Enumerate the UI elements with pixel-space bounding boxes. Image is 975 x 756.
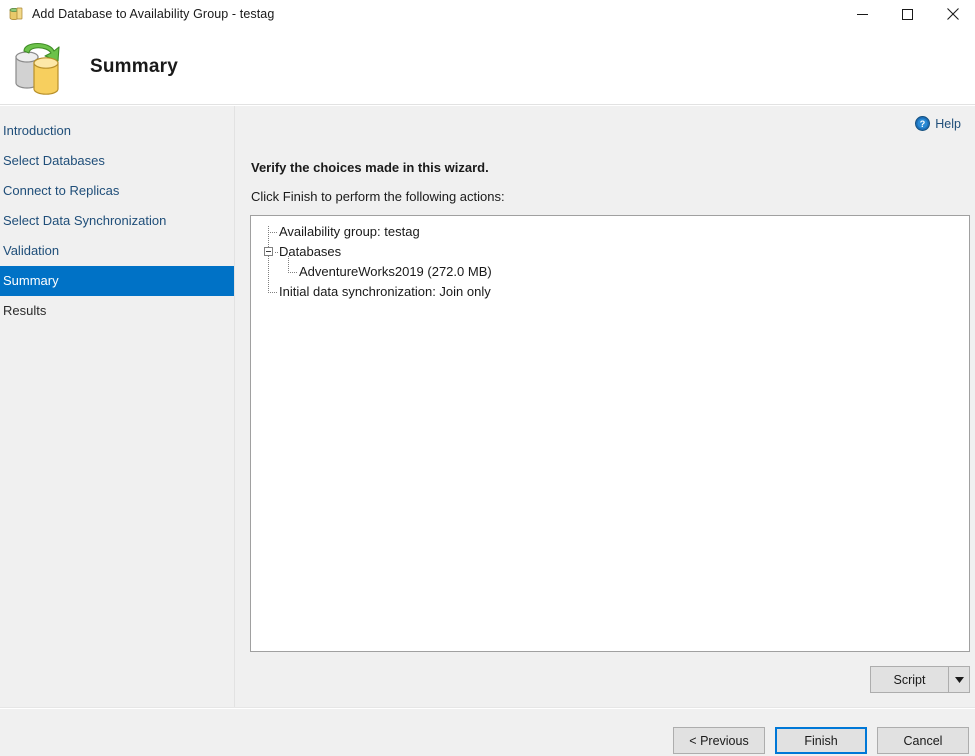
tree-connector-line — [288, 272, 297, 273]
tree-row[interactable]: Initial data synchronization: Join only — [251, 282, 969, 302]
script-split-button[interactable]: Script — [870, 666, 970, 693]
content-panel: ? Help Verify the choices made in this w… — [235, 106, 975, 707]
help-circle-icon: ? — [915, 116, 930, 131]
wizard-steps-sidebar: Introduction Select Databases Connect to… — [0, 106, 234, 756]
tree-row[interactable]: AdventureWorks2019 (272.0 MB) — [251, 262, 969, 282]
tree-connector-line — [275, 252, 278, 253]
page-title: Summary — [90, 56, 178, 78]
tree-item-label: Initial data synchronization: Join only — [279, 282, 491, 302]
tree-row[interactable]: Availability group: testag — [251, 222, 969, 242]
tree-collapse-toggle[interactable] — [264, 247, 273, 256]
tree-connector-line — [268, 292, 277, 293]
database-sync-icon — [6, 35, 70, 99]
sidebar-item-select-databases[interactable]: Select Databases — [0, 146, 234, 176]
tree-child-trunk-line — [288, 256, 289, 272]
sidebar-item-select-data-synchronization[interactable]: Select Data Synchronization — [0, 206, 234, 236]
help-link[interactable]: ? Help — [915, 116, 961, 131]
window-controls — [840, 0, 975, 28]
maximize-button[interactable] — [885, 0, 930, 28]
click-finish-subheading: Click Finish to perform the following ac… — [251, 189, 505, 204]
window-title: Add Database to Availability Group - tes… — [32, 7, 274, 21]
wizard-window: Add Database to Availability Group - tes… — [0, 0, 975, 756]
database-wizard-icon — [8, 6, 24, 22]
tree-item-label: AdventureWorks2019 (272.0 MB) — [299, 262, 492, 282]
minimize-button[interactable] — [840, 0, 885, 28]
sidebar-item-introduction[interactable]: Introduction — [0, 116, 234, 146]
previous-button[interactable]: < Previous — [673, 727, 765, 754]
tree-item-label: Availability group: testag — [279, 222, 420, 242]
sidebar-item-validation[interactable]: Validation — [0, 236, 234, 266]
tree-row[interactable]: Databases — [251, 242, 969, 262]
cancel-button[interactable]: Cancel — [877, 727, 969, 754]
finish-button[interactable]: Finish — [775, 727, 867, 754]
footer-bar: < Previous Finish Cancel — [0, 709, 975, 756]
sidebar-item-connect-to-replicas[interactable]: Connect to Replicas — [0, 176, 234, 206]
script-button[interactable]: Script — [870, 666, 948, 693]
help-label: Help — [935, 117, 961, 131]
close-button[interactable] — [930, 0, 975, 28]
wizard-header: Summary — [0, 28, 975, 105]
verify-heading: Verify the choices made in this wizard. — [251, 160, 489, 175]
tree-connector-line — [268, 232, 277, 233]
summary-tree-panel[interactable]: Availability group: testag Databases Adv… — [250, 215, 970, 652]
svg-text:?: ? — [920, 119, 926, 129]
sidebar-item-results: Results — [0, 296, 234, 326]
summary-tree: Availability group: testag Databases Adv… — [251, 222, 969, 302]
sidebar-item-summary[interactable]: Summary — [0, 266, 234, 296]
title-bar: Add Database to Availability Group - tes… — [0, 0, 975, 28]
chevron-down-icon[interactable] — [948, 666, 970, 693]
